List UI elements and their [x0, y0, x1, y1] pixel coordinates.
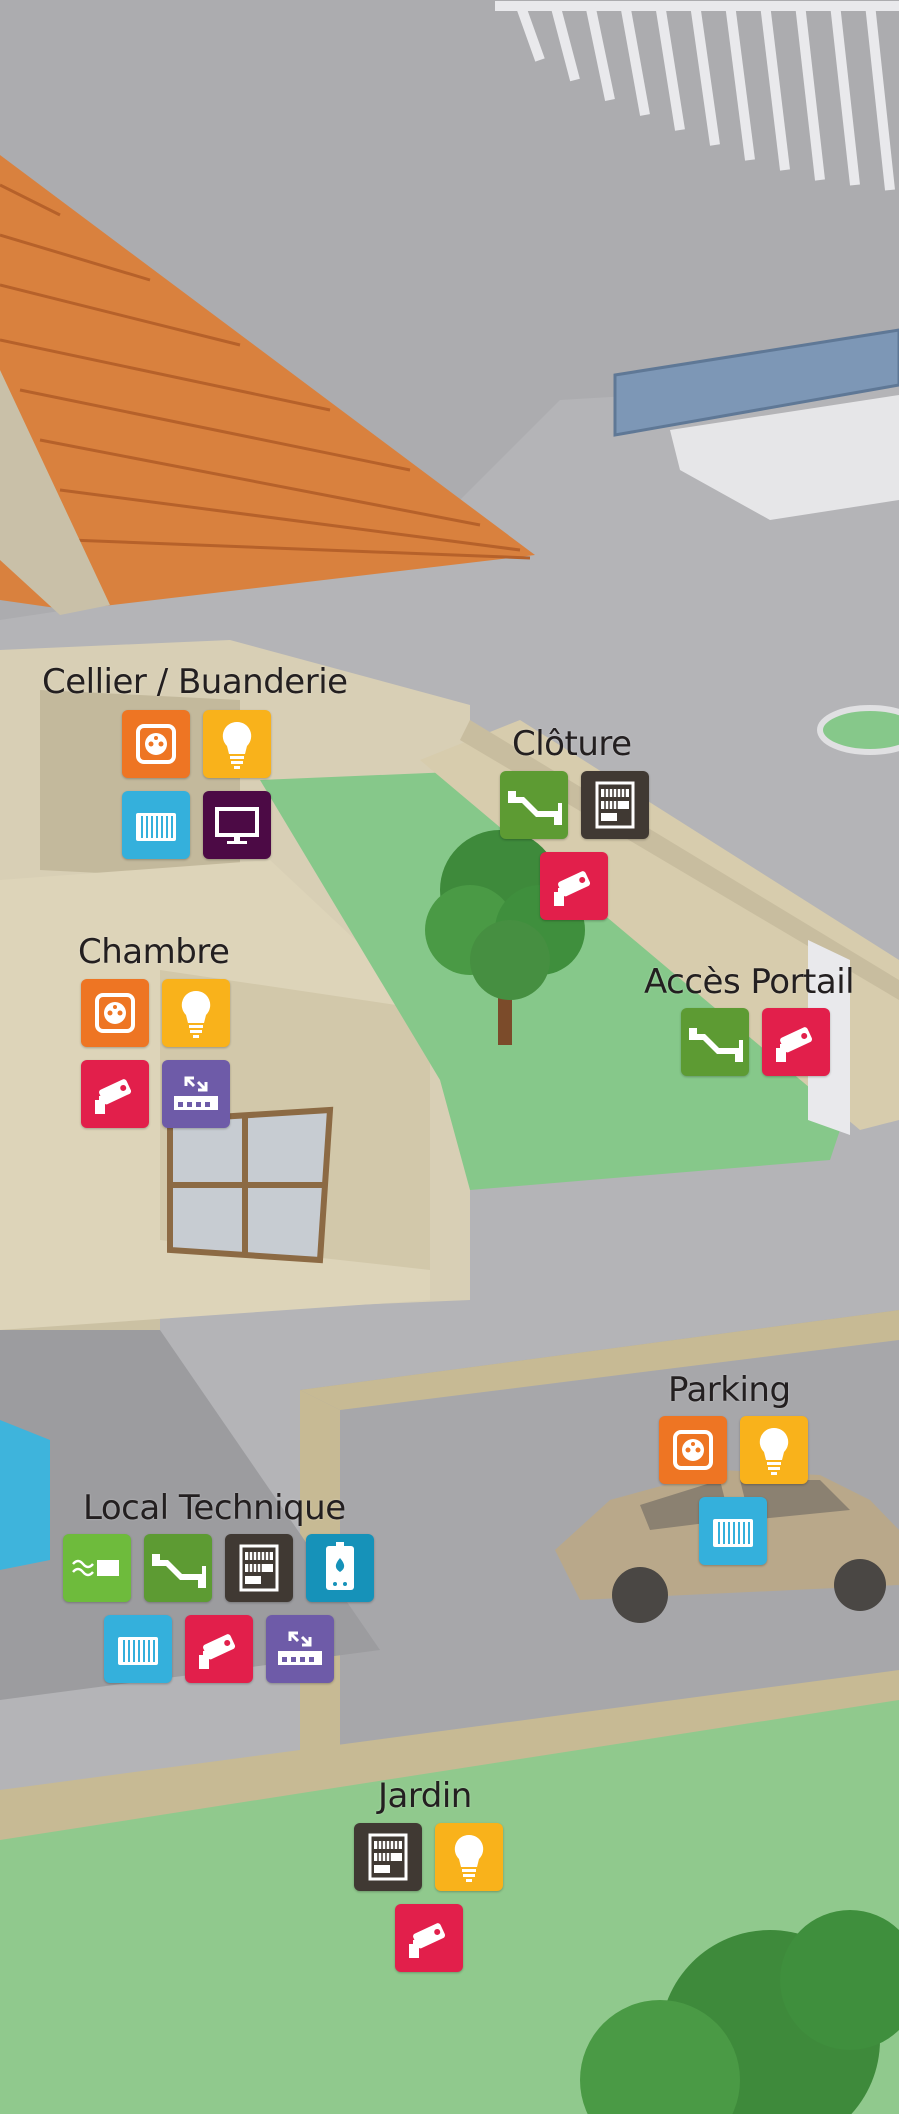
- electrical-panel-icon[interactable]: [581, 771, 649, 839]
- powerline-icon[interactable]: [500, 771, 568, 839]
- boiler-icon[interactable]: [306, 1534, 374, 1602]
- network-switch-icon[interactable]: [266, 1615, 334, 1683]
- radiator-icon[interactable]: [699, 1497, 767, 1565]
- room-label-cloture: Clôture: [512, 724, 632, 764]
- powerline-icon[interactable]: [144, 1534, 212, 1602]
- radiator-icon[interactable]: [104, 1615, 172, 1683]
- light-bulb-icon[interactable]: [162, 979, 230, 1047]
- room-label-parking: Parking: [668, 1370, 791, 1410]
- light-bulb-icon[interactable]: [740, 1416, 808, 1484]
- security-camera-icon[interactable]: [185, 1615, 253, 1683]
- radiator-icon[interactable]: [122, 791, 190, 859]
- outlet-icon[interactable]: [81, 979, 149, 1047]
- outlet-icon[interactable]: [659, 1416, 727, 1484]
- room-label-local-technique: Local Technique: [83, 1488, 346, 1528]
- light-bulb-icon[interactable]: [435, 1823, 503, 1891]
- room-label-acces-portail: Accès Portail: [644, 962, 855, 1002]
- electrical-panel-icon[interactable]: [354, 1823, 422, 1891]
- light-bulb-icon[interactable]: [203, 710, 271, 778]
- electrical-panel-icon[interactable]: [225, 1534, 293, 1602]
- window: [167, 1106, 334, 1264]
- security-camera-icon[interactable]: [81, 1060, 149, 1128]
- room-label-jardin: Jardin: [378, 1776, 472, 1816]
- room-label-chambre: Chambre: [78, 932, 230, 972]
- network-switch-icon[interactable]: [162, 1060, 230, 1128]
- fiber-modem-icon[interactable]: [63, 1534, 131, 1602]
- room-label-cellier: Cellier / Buanderie: [42, 662, 348, 702]
- security-camera-icon[interactable]: [762, 1008, 830, 1076]
- tv-screen-icon[interactable]: [203, 791, 271, 859]
- outlet-icon[interactable]: [122, 710, 190, 778]
- security-camera-icon[interactable]: [540, 852, 608, 920]
- powerline-icon[interactable]: [681, 1008, 749, 1076]
- security-camera-icon[interactable]: [395, 1904, 463, 1972]
